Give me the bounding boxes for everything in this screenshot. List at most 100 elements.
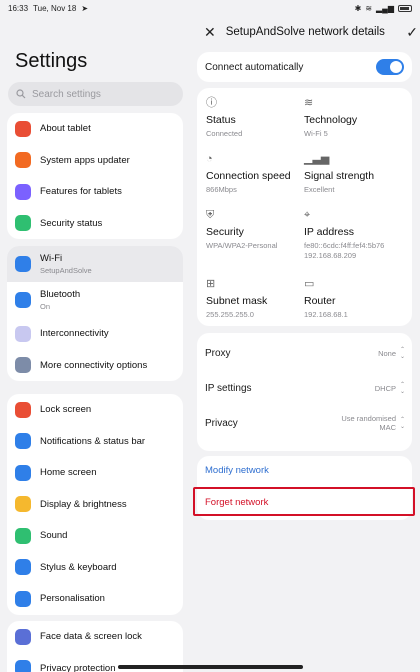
modify-network-button[interactable]: Modify network (205, 465, 269, 476)
search-icon (16, 89, 26, 99)
sidebar-item-home-screen[interactable]: Home screen (7, 457, 183, 489)
interconnect-icon (15, 325, 31, 342)
info-icon: ⓘ (206, 97, 217, 109)
sidebar-item-bluetooth[interactable]: Bluetooth On (7, 282, 183, 318)
sidebar-item-display-brightness[interactable]: Display & brightness (7, 489, 183, 521)
shield-icon (15, 215, 31, 232)
connect-automatically-toggle[interactable] (376, 59, 404, 75)
sidebar-item-stylus-keyboard[interactable]: Stylus & keyboard (7, 552, 183, 584)
location-icon: ⌖ (304, 209, 311, 221)
info-label: IP address (304, 226, 355, 238)
sidebar-item-about-tablet[interactable]: About tablet (7, 113, 183, 145)
settings-group: Wi-Fi SetupAndSolve Bluetooth On Interconnec… (7, 246, 183, 381)
info-value: WPA/WPA2-Personal (206, 241, 278, 250)
sidebar-item-label: Sound (40, 530, 68, 542)
sidebar-item-personalisation[interactable]: Personalisation (7, 583, 183, 615)
info-value: Connected (206, 129, 243, 138)
option-value: None (378, 348, 396, 358)
sidebar-item-label: Privacy protection (40, 662, 116, 672)
option-ip-settings[interactable]: IP settings DHCP ⌃⌄ (205, 378, 405, 398)
sidebar-item-label: About tablet (40, 123, 91, 135)
sidebar-item-label: Security status (40, 217, 103, 229)
info-value: 192.168.68.1 (304, 310, 348, 319)
sidebar-item-label: Features for tablets (40, 186, 122, 198)
sound-icon (15, 527, 31, 544)
option-value: DHCP (374, 383, 396, 393)
info-label: Signal strength (304, 170, 375, 182)
link-icon (15, 357, 31, 374)
option-value: Use randomised MAC (341, 414, 396, 432)
network-details-pane: ✕ SetupAndSolve network details ✓ Connec… (190, 0, 420, 672)
bluetooth-icon (15, 292, 31, 308)
detail-header: ✕ SetupAndSolve network details ✓ (204, 22, 418, 42)
lock-icon (15, 401, 31, 418)
sidebar-item-label: Lock screen (40, 404, 92, 416)
option-label: Proxy (205, 347, 231, 359)
settings-group: About tablet System apps updater Features … (7, 113, 183, 239)
sidebar-item-label: Notifications & status bar (40, 435, 146, 447)
sidebar-item-features-for-tablets[interactable]: Features for tablets (7, 176, 183, 208)
sidebar-item-label: Display & brightness (40, 498, 127, 510)
info-label: Security (206, 226, 244, 238)
sidebar-item-sublabel: On (40, 302, 51, 311)
update-icon (15, 152, 31, 169)
sidebar-item-face-data-screen-lock[interactable]: Face data & screen lock (7, 621, 183, 653)
chevron-updown-icon: ⌃⌄ (399, 346, 405, 360)
info-value: Wi-Fi 5 (304, 129, 328, 138)
sidebar-item-label: Bluetooth (40, 289, 81, 300)
sidebar-item-wi-fi[interactable]: Wi-Fi SetupAndSolve (7, 246, 183, 282)
info-ip-address: ⌖IP addressfe80::6cdc:f4ff:fef4:5b76 192… (304, 208, 404, 261)
sidebar-item-label: Wi-Fi (40, 253, 63, 264)
home-indicator[interactable] (118, 665, 303, 669)
sidebar-item-notifications-status-bar[interactable]: Notifications & status bar (7, 426, 183, 458)
privacy-icon (15, 660, 31, 672)
info-security: ⛨ Security WPA/WPA2-Personal (206, 208, 306, 251)
sidebar-item-label: More connectivity options (40, 359, 148, 371)
sidebar-item-label: Interconnectivity (40, 328, 109, 340)
info-label: Technology (304, 114, 358, 126)
option-privacy[interactable]: Privacy Use randomised MAC ⌃⌄ (205, 413, 405, 433)
sidebar-item-interconnectivity[interactable]: Interconnectivity (7, 318, 183, 350)
info-connection-speed: ◔ Connection speed 866Mbps (206, 152, 306, 195)
wifi-icon: ≋ (304, 97, 314, 109)
settings-pane: Settings Search settings About tablet Sys… (0, 0, 190, 672)
chevron-updown-icon: ⌃⌄ (399, 416, 405, 430)
info-router: ▭ Router 192.168.68.1 (304, 277, 404, 320)
signal-icon: ▁▃▅ (304, 153, 330, 165)
sidebar-item-lock-screen[interactable]: Lock screen (7, 394, 183, 426)
sidebar-item-label: Home screen (40, 467, 97, 479)
forget-network-highlight (193, 487, 415, 516)
network-info-card: ⓘ Status Connected ≋ Technology Wi-Fi 5 ◔ Conne… (197, 88, 412, 326)
info-label: Router (304, 295, 336, 307)
close-icon[interactable]: ✕ (204, 24, 216, 41)
sun-icon (15, 496, 31, 513)
info-value: fe80::6cdc:f4ff:fef4:5b76 192.168.68.209 (304, 241, 385, 260)
sidebar-item-label: Personalisation (40, 593, 105, 605)
info-value: Excellent (304, 185, 335, 194)
connect-automatically-row[interactable]: Connect automatically (197, 52, 412, 82)
sidebar-item-security-status[interactable]: Security status (7, 208, 183, 240)
brush-icon (15, 590, 31, 607)
info-subnet-mask: ⊞ Subnet mask 255.255.255.0 (206, 277, 306, 320)
option-proxy[interactable]: Proxy None ⌃⌄ (205, 343, 405, 363)
sidebar-item-sublabel: SetupAndSolve (40, 266, 92, 275)
keyboard-icon (15, 559, 31, 576)
confirm-check-icon[interactable]: ✓ (406, 24, 418, 41)
option-label: IP settings (205, 382, 252, 394)
search-placeholder: Search settings (32, 88, 101, 100)
sidebar-item-label: System apps updater (40, 154, 130, 166)
search-input[interactable]: Search settings (8, 82, 183, 106)
sidebar-item-more-connectivity-options[interactable]: More connectivity options (7, 350, 183, 382)
info-value: 866Mbps (206, 185, 237, 194)
info-value: 255.255.255.0 (206, 310, 254, 319)
info-label: Subnet mask (206, 295, 268, 307)
sidebar-item-sound[interactable]: Sound (7, 520, 183, 552)
router-icon: ▭ (304, 278, 315, 290)
grid-icon (15, 183, 31, 200)
sidebar-item-system-apps-updater[interactable]: System apps updater (7, 145, 183, 177)
info-status: ⓘ Status Connected (206, 96, 306, 139)
info-label: Status (206, 114, 236, 126)
chevron-updown-icon: ⌃⌄ (399, 381, 405, 395)
speed-icon: ◔ (206, 153, 213, 165)
sidebar-item-privacy-protection[interactable]: Privacy protection (7, 653, 183, 672)
